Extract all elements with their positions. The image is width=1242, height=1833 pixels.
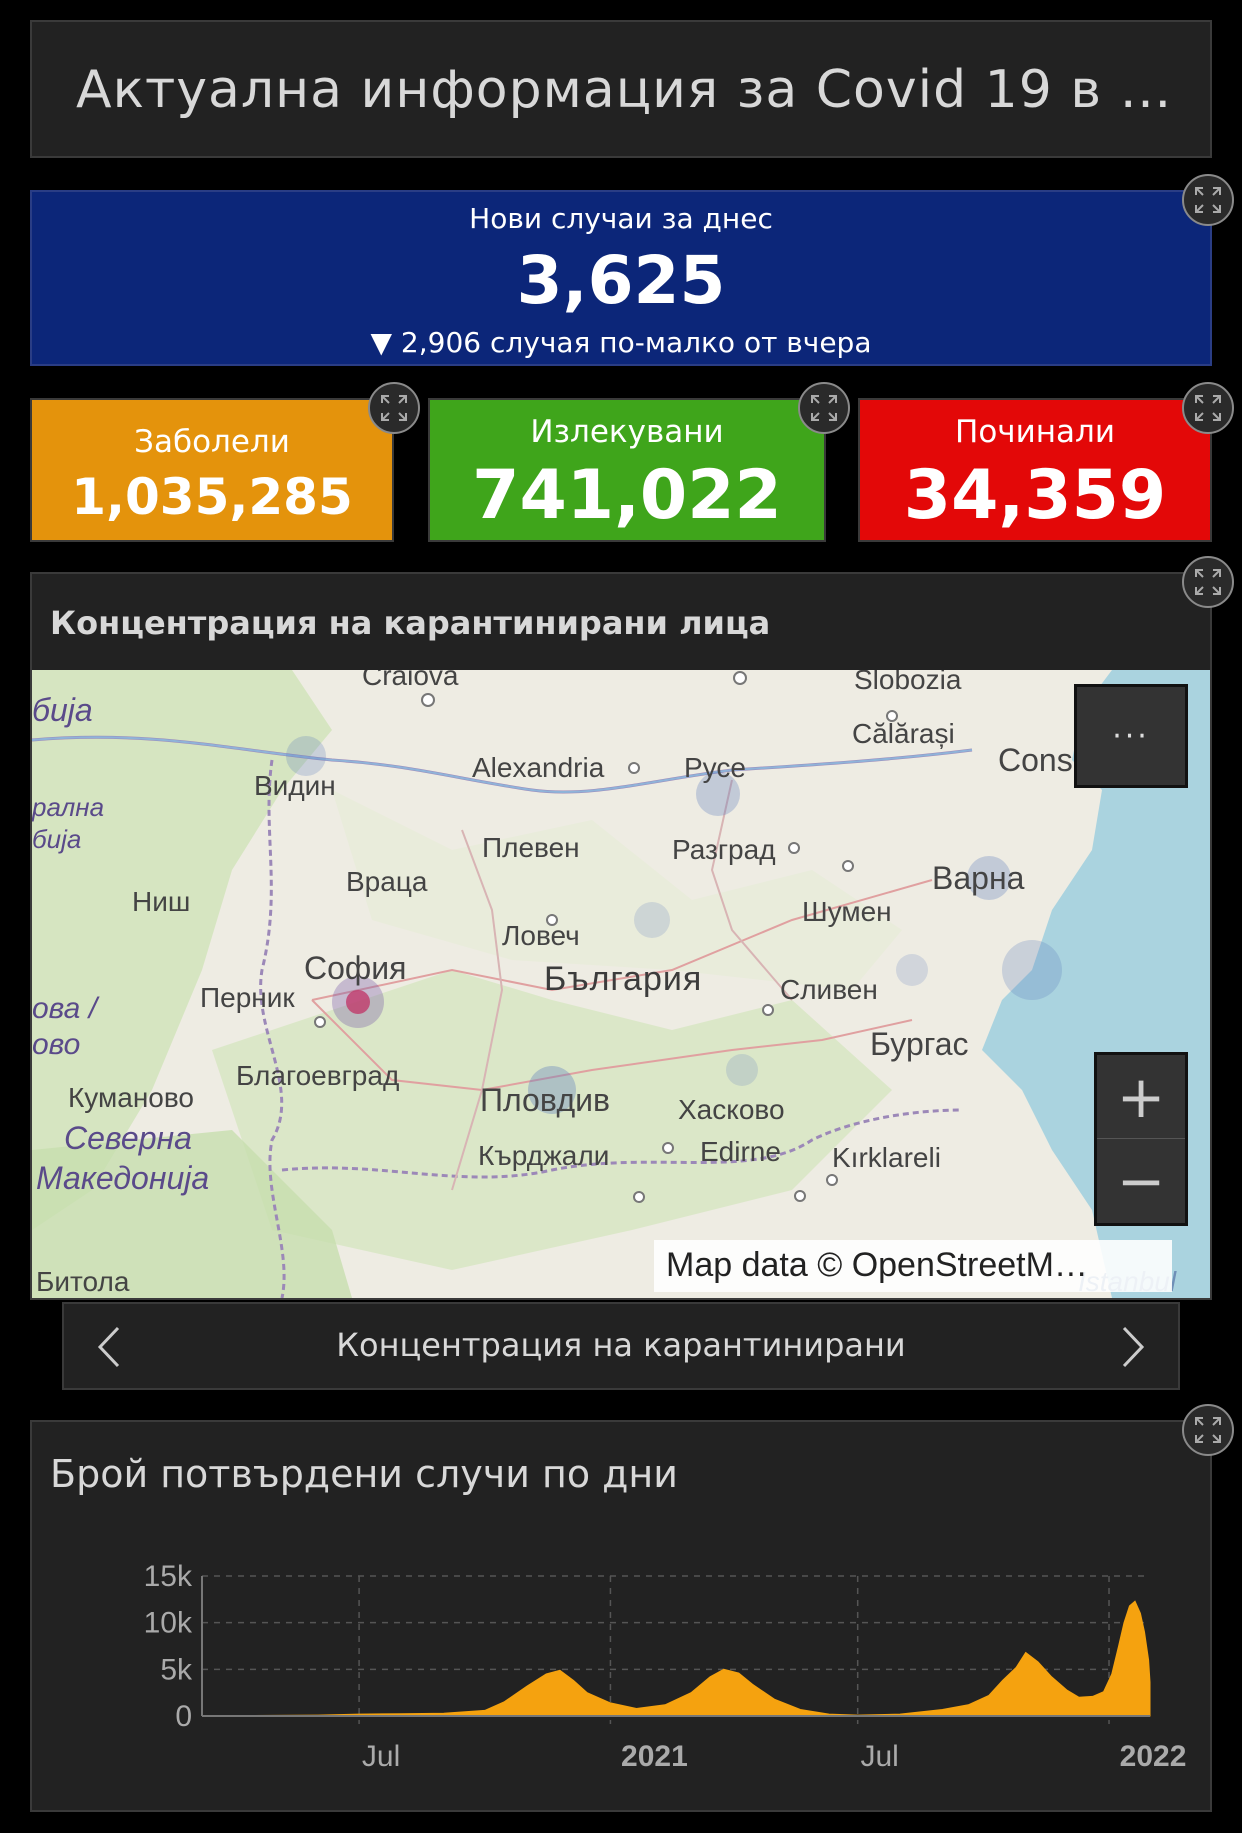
- expand-icon: [1195, 569, 1221, 595]
- map-label: Сливен: [780, 974, 878, 1005]
- map-title: Концентрация на карантинирани лица: [50, 604, 771, 642]
- stat-healed-label: Излекувани: [530, 414, 724, 450]
- map-label: Ловеч: [502, 920, 580, 951]
- expand-healed-button[interactable]: [798, 382, 850, 434]
- expand-icon: [1195, 395, 1221, 421]
- new-cases-value: 3,625: [516, 242, 726, 319]
- map-label: Благоевград: [236, 1060, 400, 1091]
- expand-sick-button[interactable]: [368, 382, 420, 434]
- map-label: Craiova: [362, 670, 459, 691]
- expand-icon: [811, 395, 837, 421]
- y-tick-label: 10k: [144, 1607, 193, 1640]
- map-layer-switcher: Концентрация на карантинирани: [62, 1302, 1180, 1390]
- chevron-right-icon[interactable]: [1112, 1322, 1152, 1372]
- expand-icon: [381, 395, 407, 421]
- expand-icon: [1195, 1417, 1221, 1443]
- stat-sick-label: Заболели: [134, 424, 290, 460]
- map-label: Кърджали: [478, 1140, 610, 1171]
- map-label: Cons: [998, 742, 1073, 778]
- map-label: Шумен: [802, 896, 892, 927]
- new-cases-label: Нови случаи за днес: [469, 202, 773, 235]
- dashboard-title: Актуална информация за Covid 19 в …: [76, 60, 1166, 120]
- new-cases-indicator: Нови случаи за днес 3,625 ▼ 2,906 случая…: [30, 190, 1212, 366]
- map-label: Хасково: [678, 1094, 785, 1125]
- expand-new-cases-button[interactable]: [1182, 174, 1234, 226]
- y-tick-label: 15k: [144, 1560, 193, 1593]
- map-label: Куманово: [68, 1082, 194, 1113]
- x-tick-label: Jul: [362, 1740, 400, 1773]
- y-tick-label: 5k: [160, 1653, 193, 1686]
- x-tick-label: Jul: [860, 1740, 898, 1773]
- stat-dead-label: Починали: [955, 414, 1115, 450]
- map-label: Пловдив: [480, 1082, 611, 1118]
- stat-healed-indicator: Излекувани 741,022: [428, 398, 826, 542]
- expand-icon: [1195, 187, 1221, 213]
- map-label: Македонија: [36, 1160, 210, 1196]
- map-options-button[interactable]: ···: [1074, 684, 1188, 788]
- zoom-out-button[interactable]: −: [1097, 1139, 1185, 1223]
- map-panel: Концентрация на карантинирани лица Craio…: [30, 572, 1212, 1300]
- daily-cases-chart: 15k 10k 5k 0 Jul 2021 Jul 2022: [144, 1560, 1187, 1773]
- map-label: ова /: [32, 992, 98, 1025]
- map-label: Călărași: [852, 718, 955, 749]
- map-label: Kırklareli: [832, 1142, 941, 1173]
- map-layer-label: Концентрация на карантинирани: [336, 1326, 906, 1364]
- expand-map-button[interactable]: [1182, 556, 1234, 608]
- dashboard-title-panel: Актуална информация за Covid 19 в …: [30, 20, 1212, 158]
- map-label: Edirne: [700, 1136, 781, 1167]
- map-label: Плевен: [482, 832, 580, 863]
- map-label: Варна: [932, 860, 1025, 896]
- map-label: Разград: [672, 834, 776, 865]
- x-tick-label: 2022: [1120, 1740, 1187, 1773]
- map-label: Северна: [64, 1120, 192, 1156]
- stat-healed-value: 741,022: [472, 456, 782, 535]
- map-label: България: [544, 960, 703, 998]
- map-label: Перник: [200, 982, 295, 1013]
- map-label: Бургас: [870, 1026, 969, 1062]
- map-label: Битола: [36, 1266, 130, 1297]
- y-tick-label: 0: [175, 1700, 192, 1733]
- map-label: Slobozia: [854, 670, 962, 695]
- zoom-in-button[interactable]: +: [1097, 1055, 1185, 1139]
- map-label: Alexandria: [472, 752, 605, 783]
- stat-dead-indicator: Починали 34,359: [858, 398, 1212, 542]
- cases-area-series: [201, 1600, 1151, 1717]
- map-label: бија: [32, 692, 93, 728]
- map-label: рална: [32, 792, 105, 822]
- new-cases-delta: ▼ 2,906 случая по-малко от вчера: [370, 326, 872, 359]
- map-label: Враца: [346, 866, 428, 897]
- map-label: ово: [32, 1028, 81, 1061]
- map-label: Русе: [684, 752, 746, 783]
- expand-dead-button[interactable]: [1182, 382, 1234, 434]
- stat-sick-value: 1,035,285: [71, 468, 353, 526]
- x-tick-label: 2021: [621, 1740, 688, 1773]
- stat-dead-value: 34,359: [903, 456, 1167, 535]
- map-canvas[interactable]: Craiova Slobozia Călărași Cons Видин Ale…: [32, 670, 1210, 1298]
- map-label: бија: [32, 824, 82, 854]
- chart-panel: Брой потвърдени случи по дни 15k 10k 5k 0 Ju…: [30, 1420, 1212, 1812]
- zoom-controls: + −: [1094, 1052, 1188, 1226]
- stat-sick-indicator: Заболели 1,035,285: [30, 398, 394, 542]
- map-attribution: Map data © OpenStreetM…: [654, 1240, 1172, 1292]
- map-label: София: [304, 950, 407, 986]
- map-label: Видин: [254, 770, 336, 801]
- expand-chart-button[interactable]: [1182, 1404, 1234, 1456]
- map-label: Ниш: [132, 886, 191, 917]
